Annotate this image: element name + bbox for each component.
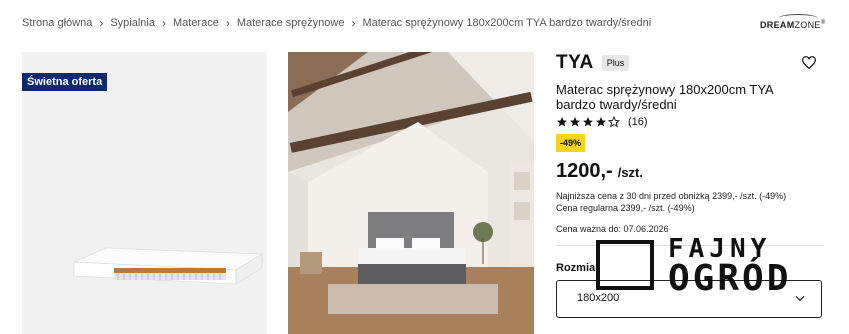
product-image-bedroom[interactable] [288, 52, 534, 334]
chevron-right-icon: › [225, 16, 230, 30]
brand-name[interactable]: TYA [556, 52, 594, 74]
breadcrumb-spring-mattresses[interactable]: Materace sprężynowe [237, 17, 345, 29]
size-label: Rozmiar [556, 262, 600, 274]
logo-mark: ® [820, 20, 826, 26]
breadcrumb: Strona główna › Sypialnia › Materace › M… [22, 16, 651, 30]
bedroom-photo [288, 52, 534, 334]
plus-badge: Plus [601, 55, 630, 71]
product-image-mattress[interactable] [22, 52, 267, 334]
price: 1200,- [556, 160, 613, 182]
chevron-right-icon: › [351, 16, 356, 30]
size-value: 180x200 [577, 292, 620, 304]
watermark-logo-box [596, 240, 654, 290]
mattress-illustration [73, 247, 264, 285]
price-unit: /szt. [617, 165, 644, 180]
breadcrumb-current: Materac sprężynowy 180x200cm TYA bardzo … [362, 17, 652, 29]
discount-badge: -49% [556, 134, 586, 152]
product-title: Materac sprężynowy 180x200cm TYA bardzo … [556, 82, 774, 112]
star-icon [570, 117, 580, 127]
deal-badge: Świetna oferta [22, 73, 108, 91]
breadcrumb-bedroom[interactable]: Sypialnia [110, 17, 155, 29]
price-row: 1200,- /szt. [556, 160, 826, 183]
logo-swoosh [778, 14, 818, 23]
star-icon [557, 117, 567, 127]
star-icon [583, 117, 593, 127]
review-count[interactable]: (16) [628, 116, 648, 128]
chevron-right-icon: › [99, 16, 104, 30]
product-info: TYA Plus Materac sprężynowy 180x200cm TY… [556, 52, 826, 235]
star-empty-icon [608, 116, 620, 128]
lowest-price-note: Najniższa cena z 30 dni przed obniżką 23… [556, 191, 787, 201]
watermark-line2: OGRÓD [668, 258, 792, 299]
chevron-down-icon [795, 295, 805, 302]
rating[interactable]: (16) [556, 116, 826, 128]
breadcrumb-home[interactable]: Strona główna [22, 17, 92, 29]
brand-row: TYA Plus [556, 52, 826, 74]
dreamzone-logo[interactable]: DREAMZONE® [760, 14, 826, 30]
regular-price-note: Cena regularna 2399,- /szt. (-49%) [556, 203, 695, 213]
chevron-right-icon: › [161, 16, 166, 30]
star-icon [596, 117, 606, 127]
star-rating [556, 116, 620, 128]
heart-icon[interactable] [801, 56, 817, 74]
breadcrumb-mattresses[interactable]: Materace [173, 17, 219, 29]
